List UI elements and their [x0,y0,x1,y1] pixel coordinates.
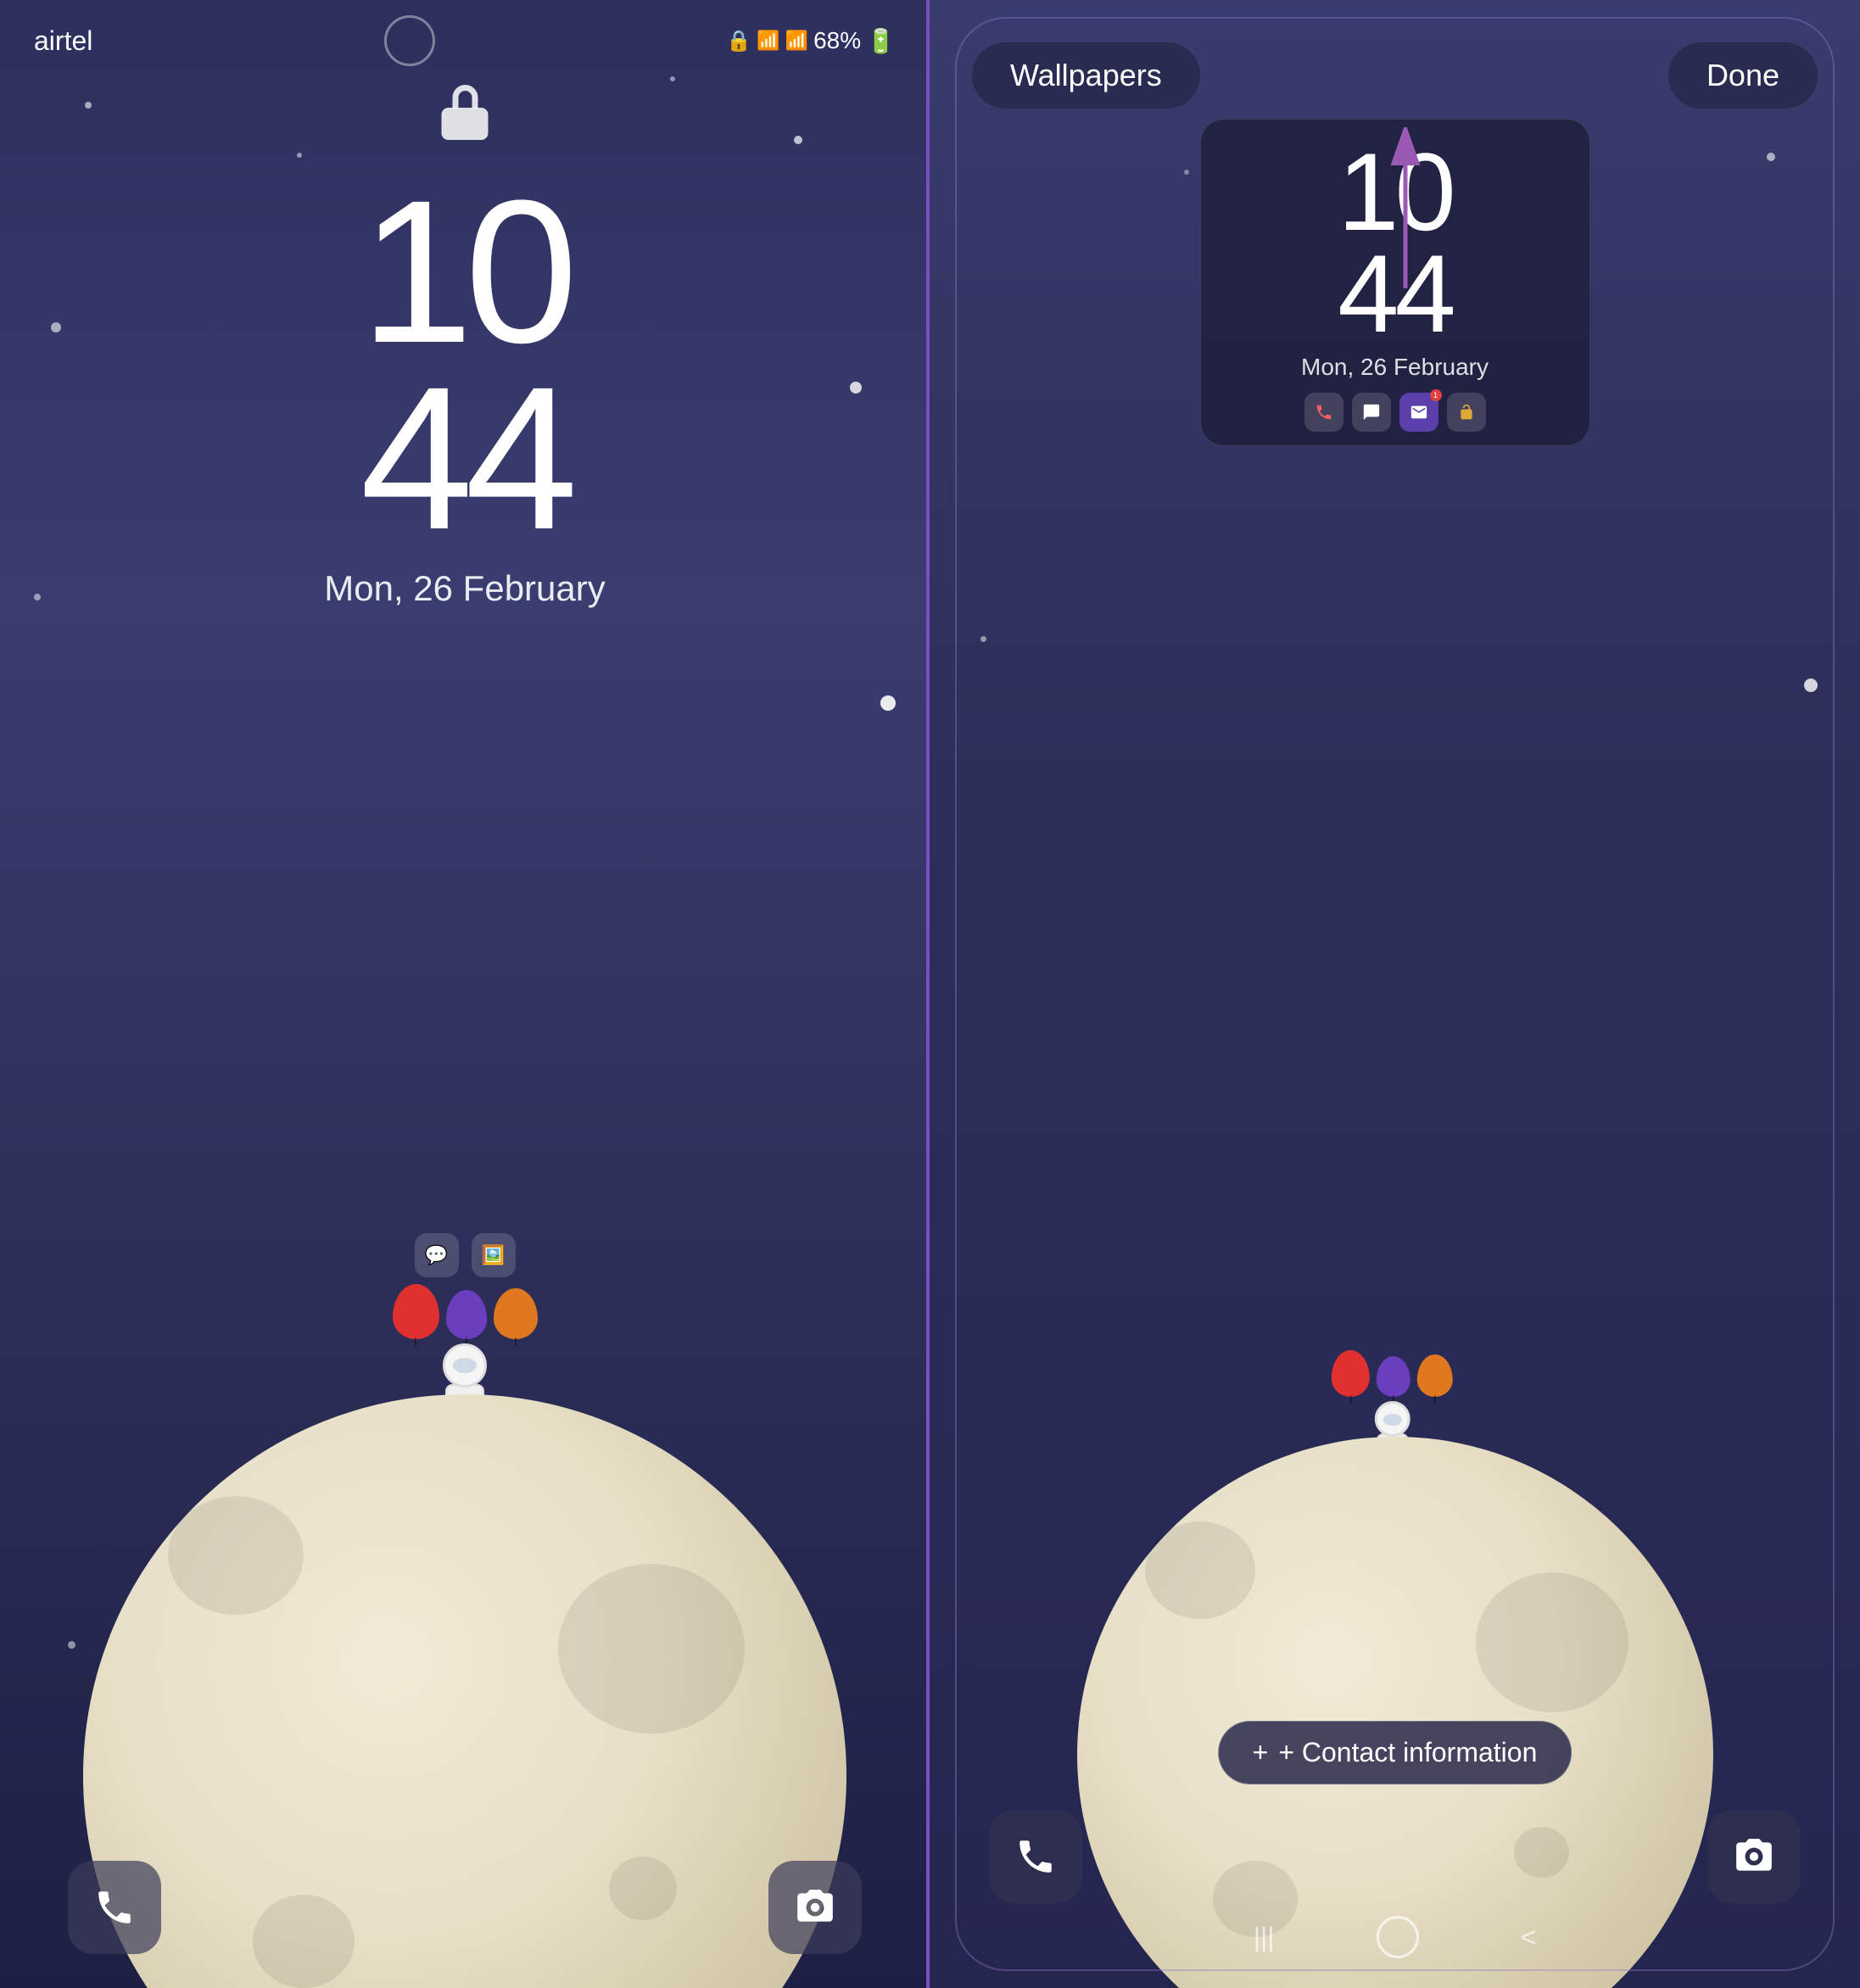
done-button[interactable]: Done [1668,42,1818,109]
left-phone-screen: airtel 🔒 📶 📶 68% 🔋 10 44 Mon, 26 Februar… [0,0,930,1988]
right-purple-balloon [1377,1356,1410,1397]
star [794,136,802,144]
battery-text: 68% [813,27,861,54]
missed-call-icon[interactable] [1304,393,1343,432]
email-badge: 1 [1430,389,1442,401]
orange-balloon [494,1288,538,1339]
star [68,1641,75,1649]
bubble-widget-icon: 💬 [415,1233,459,1277]
sim-icon: 🔒 [726,29,751,53]
star [51,322,61,332]
nav-bar: ||| < [930,1903,1860,1971]
right-crater-2 [1476,1572,1628,1712]
star [34,594,41,600]
front-camera [384,15,435,66]
star-r3 [1767,153,1775,161]
photo-widget-icon: 🖼️ [472,1233,516,1277]
right-balloons [1332,1350,1453,1397]
date-display: Mon, 26 February [324,568,606,609]
star [880,695,896,711]
star [297,153,302,158]
star [850,382,862,394]
contact-info-label: + Contact information [1278,1737,1537,1768]
lock-icon-container [442,85,489,140]
camera-button-left[interactable] [768,1861,862,1954]
widget-icons-left: 💬 🖼️ [415,1233,516,1277]
lock-icon [442,85,489,140]
phone-button-right[interactable] [989,1810,1082,1903]
message-icon[interactable] [1352,393,1391,432]
purple-arrow [1380,127,1431,301]
battery-icon: 🔋 [866,27,896,55]
left-time-display: 10 44 Mon, 26 February [324,170,606,609]
lock-shackle [452,85,478,109]
right-bottom-bar [930,1810,1860,1903]
left-bottom-bar [0,1861,930,1954]
right-red-balloon [1332,1350,1370,1397]
star-r5 [1804,678,1818,692]
right-orange-balloon [1417,1354,1453,1397]
star [670,76,675,81]
signal-icon: 📶 [785,30,808,52]
crater-1 [168,1496,304,1615]
astronaut-visor [453,1358,477,1373]
camera-button-right[interactable] [1707,1810,1801,1903]
status-bar: airtel 🔒 📶 📶 68% 🔋 [0,15,930,66]
right-astronaut-visor [1382,1414,1401,1426]
back-button[interactable]: < [1521,1922,1537,1953]
star-r2 [1184,170,1189,175]
status-icons: 🔒 📶 📶 68% 🔋 [726,27,896,55]
unlock-icon[interactable] [1447,393,1486,432]
star [85,102,92,109]
right-crater-1 [1145,1522,1255,1619]
right-widget-icons: 1 [1221,393,1569,432]
right-astronaut-helmet [1374,1401,1410,1437]
phone-button-left[interactable] [68,1861,161,1954]
wifi-icon: 📶 [757,30,779,52]
left-astronaut-area: 💬 🖼️ [380,1233,550,1420]
plus-icon: + [1253,1737,1269,1768]
star-r4 [980,636,986,642]
recent-apps-button[interactable]: ||| [1254,1922,1275,1953]
astronaut-helmet [443,1343,487,1388]
crater-2 [558,1564,745,1734]
right-phone-screen: Wallpapers Done 10 44 Mon, 26 February [930,0,1860,1988]
contact-info-button[interactable]: + + Contact information [1218,1721,1572,1784]
red-balloon [393,1284,439,1339]
email-icon[interactable]: 1 [1399,393,1438,432]
minute-display: 44 [324,356,606,560]
balloons [393,1284,538,1339]
hour-display: 10 [324,170,606,373]
carrier-text: airtel [34,25,92,57]
right-date-display: Mon, 26 February [1221,354,1569,381]
home-button[interactable] [1377,1916,1419,1958]
purple-balloon [446,1290,487,1339]
wallpapers-button[interactable]: Wallpapers [972,42,1200,109]
right-top-buttons: Wallpapers Done [930,42,1860,109]
lock-body [442,108,489,140]
